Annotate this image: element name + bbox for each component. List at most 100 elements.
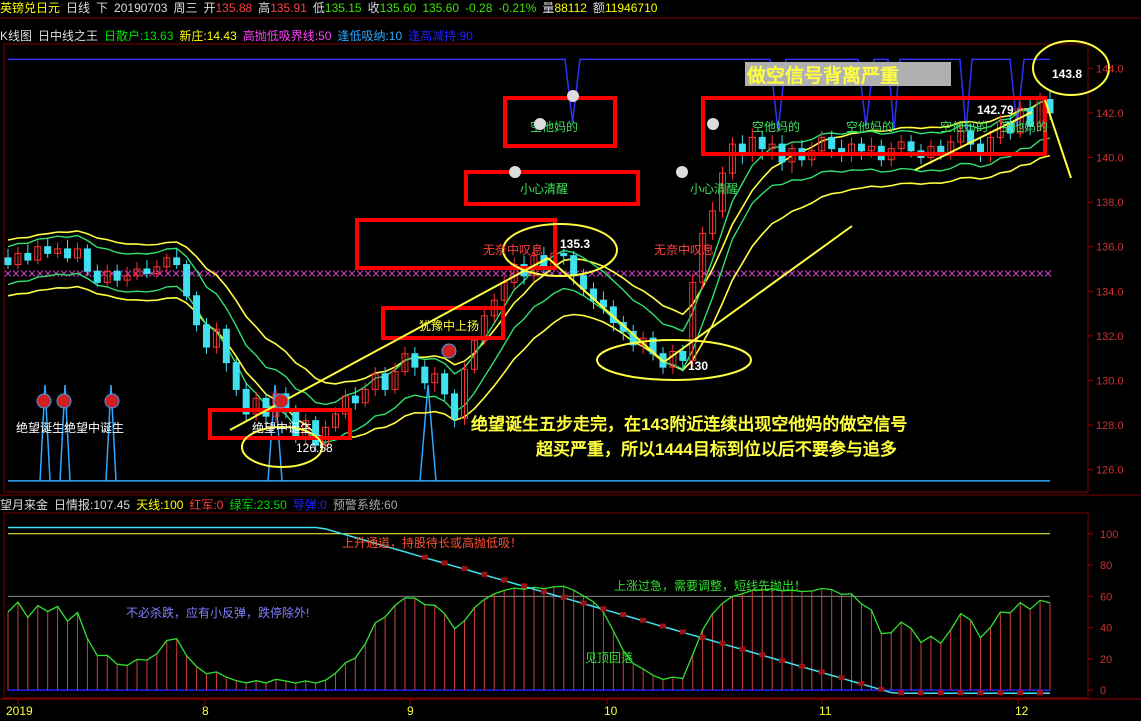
intel-dot — [937, 690, 944, 696]
boundary-marker — [868, 270, 876, 277]
boundary-marker — [972, 270, 980, 277]
boundary-marker — [900, 270, 908, 277]
boundary-marker — [324, 270, 332, 277]
candle-body — [93, 270, 101, 283]
candle-body — [4, 257, 12, 266]
boundary-marker — [828, 270, 836, 277]
candle-body — [411, 353, 419, 368]
boundary-marker — [356, 270, 364, 277]
boundary-marker — [820, 270, 828, 277]
main-y-tick-label: 144.0 — [1096, 63, 1124, 75]
sub-y-tick-label: 60 — [1100, 591, 1112, 603]
boundary-marker — [260, 270, 268, 277]
candle-body — [232, 362, 240, 390]
boundary-marker — [348, 270, 356, 277]
highlight-ellipse — [596, 339, 752, 381]
boundary-marker — [164, 270, 172, 277]
candle-body — [441, 373, 449, 395]
ma-yellow-upper — [7, 99, 1051, 385]
boundary-marker — [484, 270, 492, 277]
boundary-marker — [236, 270, 244, 277]
x-tick-label: 9 — [407, 704, 414, 718]
boundary-marker — [1028, 270, 1036, 277]
candle-body — [679, 351, 687, 361]
intel-dot — [421, 554, 428, 560]
candle-body — [202, 324, 210, 348]
sub-y-tick-label: 0 — [1100, 685, 1106, 697]
signal-label: 空他妈的 — [940, 119, 988, 134]
face-icon — [534, 118, 546, 130]
candle-body — [143, 268, 151, 274]
boundary-marker — [364, 270, 372, 277]
signal-dot — [441, 343, 457, 359]
intel-dot — [798, 663, 805, 669]
signal-dot — [36, 393, 52, 409]
boundary-marker — [36, 270, 44, 277]
green-army-line — [7, 585, 1051, 684]
signal-label: 无奈中叹息 — [483, 242, 543, 257]
boundary-marker — [756, 270, 764, 277]
boundary-marker — [396, 270, 404, 277]
intel-dot — [759, 652, 766, 658]
main-y-tick-label: 138.0 — [1096, 197, 1124, 209]
intel-dot — [540, 589, 547, 595]
boundary-marker — [772, 270, 780, 277]
candle-body — [262, 397, 270, 417]
boundary-marker — [172, 270, 180, 277]
boundary-marker — [892, 270, 900, 277]
boundary-marker — [796, 270, 804, 277]
candle-body — [758, 136, 766, 150]
boundary-marker — [876, 270, 884, 277]
candle-body — [64, 248, 72, 259]
boundary-marker — [620, 270, 628, 277]
intel-dot — [620, 612, 627, 618]
buy-low-spike — [419, 384, 437, 481]
boundary-marker — [852, 270, 860, 277]
sub-y-tick-label: 80 — [1100, 560, 1112, 572]
intel-dot — [917, 690, 924, 696]
intel-dot — [898, 690, 905, 696]
candle-body — [570, 255, 578, 277]
boundary-marker — [748, 270, 756, 277]
boundary-marker — [436, 270, 444, 277]
x-tick-label: 12 — [1015, 704, 1029, 718]
intel-dot — [997, 690, 1004, 696]
intel-dot — [640, 617, 647, 623]
main-y-tick-label: 132.0 — [1096, 331, 1124, 343]
candle-body — [183, 264, 191, 297]
boundary-marker — [908, 270, 916, 277]
signal-label: 小心清醒 — [690, 182, 738, 196]
price-chart[interactable]: 空他妈的小心清醒无奈中叹息犹豫中上扬绝望中诞生绝望诞生绝望中诞生空他妈的 空他妈的… — [0, 0, 1141, 721]
intel-dot — [679, 629, 686, 635]
chart-window: { "header": { "symbol": "英镑兑日元", "period… — [0, 0, 1141, 721]
boundary-marker — [628, 270, 636, 277]
intel-dot — [858, 680, 865, 686]
boundary-marker — [980, 270, 988, 277]
boundary-marker — [500, 270, 508, 277]
boundary-marker — [380, 270, 388, 277]
boundary-marker — [476, 270, 484, 277]
boundary-marker — [492, 270, 500, 277]
boundary-marker — [1036, 270, 1044, 277]
boundary-marker — [244, 270, 252, 277]
signal-dot — [273, 393, 289, 409]
sub-y-tick-label: 40 — [1100, 623, 1112, 635]
face-icon — [707, 118, 719, 130]
main-y-tick-label: 128.0 — [1096, 420, 1124, 432]
boundary-marker — [948, 270, 956, 277]
boundary-marker — [1004, 270, 1012, 277]
intel-dot — [560, 594, 567, 600]
boundary-marker — [916, 270, 924, 277]
face-icon — [567, 90, 579, 102]
boundary-marker — [460, 270, 468, 277]
main-y-tick-label: 140.0 — [1096, 153, 1124, 165]
boundary-marker — [684, 270, 692, 277]
boundary-marker — [28, 270, 36, 277]
intel-dot — [699, 635, 706, 641]
candle-body — [222, 328, 230, 364]
intel-dot — [580, 600, 587, 606]
boundary-marker — [652, 270, 660, 277]
signal-label: 空他妈的 — [1000, 119, 1048, 134]
candle-body — [83, 248, 91, 272]
face-icon — [509, 166, 521, 178]
